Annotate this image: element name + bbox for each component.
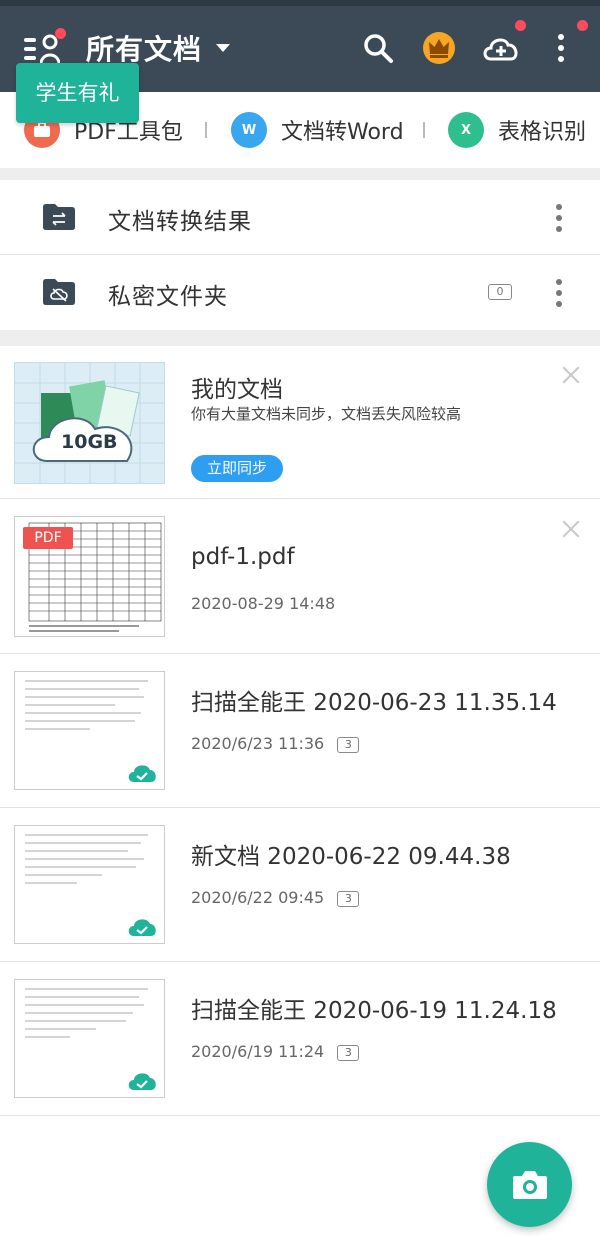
doc-date-text: 2020/6/22 09:45: [191, 888, 325, 907]
document-item[interactable]: 新文档 2020-06-22 09.44.38 2020/6/22 09:45 …: [0, 809, 600, 962]
document-item[interactable]: 扫描全能王 2020-06-23 11.35.14 2020/6/23 11:3…: [0, 655, 600, 808]
more-options-icon[interactable]: [556, 204, 562, 232]
synced-check-icon: [128, 1073, 156, 1090]
document-thumbnail: PDF: [14, 516, 165, 637]
more-options-icon[interactable]: [556, 279, 562, 307]
folder-name: 文档转换结果: [108, 209, 252, 235]
synced-check-icon: [128, 919, 156, 936]
doc-date-text: 2020/6/19 11:24: [191, 1042, 325, 1061]
doc-date: 2020/6/22 09:45 3: [191, 888, 360, 907]
tool-label: 文档转Word: [281, 120, 404, 145]
status-strip: [0, 0, 600, 6]
tool-label: 表格识别: [498, 120, 587, 145]
word-icon: W: [231, 112, 267, 148]
chevron-down-icon[interactable]: [216, 44, 230, 52]
upload-notification-dot: [515, 20, 526, 31]
document-thumbnail: [14, 671, 165, 790]
search-icon[interactable]: [360, 30, 396, 66]
document-list: 10GB 我的文档 你有大量文档未同步，文档丢失风险较高 立即同步 PDF pd…: [0, 346, 600, 1140]
folder-name: 私密文件夹: [108, 284, 228, 310]
page-count-badge: 3: [337, 736, 360, 753]
document-thumbnail: [14, 825, 165, 944]
divider: [423, 122, 425, 138]
document-item[interactable]: 扫描全能王 2020-06-19 11.24.18 2020/6/19 11:2…: [0, 963, 600, 1116]
doc-title: 我的文档: [191, 377, 283, 403]
excel-icon: X: [448, 112, 484, 148]
folder-list: 文档转换结果 私密文件夹 0: [0, 180, 600, 330]
doc-title: pdf-1.pdf: [191, 544, 295, 570]
cloud-storage-thumbnail: 10GB: [14, 362, 165, 484]
folder-convert-icon: [43, 204, 75, 230]
doc-date: 2020-08-29 14:48: [191, 594, 336, 613]
sync-warning-text: 你有大量文档未同步，文档丢失风险较高: [191, 405, 462, 423]
doc-title: 扫描全能王 2020-06-23 11.35.14: [191, 690, 557, 716]
doc-date: 2020/6/23 11:36 3: [191, 734, 360, 753]
table-recognition-button[interactable]: X 表格识别: [448, 110, 586, 150]
menu-icon[interactable]: [24, 28, 66, 66]
doc-to-word-button[interactable]: W 文档转Word: [231, 110, 404, 150]
sync-promo-card[interactable]: 10GB 我的文档 你有大量文档未同步，文档丢失风险较高 立即同步: [0, 346, 600, 499]
student-promo-tooltip[interactable]: 学生有礼: [16, 63, 139, 123]
page-count-badge: 3: [337, 1044, 360, 1061]
camera-capture-button[interactable]: [487, 1142, 572, 1227]
close-icon[interactable]: [562, 520, 580, 538]
doc-title: 扫描全能王 2020-06-19 11.24.18: [191, 998, 557, 1024]
folder-count-badge: 0: [488, 284, 512, 300]
synced-check-icon: [128, 765, 156, 782]
storage-label: 10GB: [61, 431, 118, 453]
camera-icon: [512, 1170, 547, 1199]
premium-crown-icon[interactable]: [421, 30, 457, 66]
more-notification-dot: [577, 20, 588, 31]
pdf-tag: PDF: [23, 527, 73, 549]
cloud-upload-icon[interactable]: [480, 30, 522, 66]
private-folder-icon: [43, 279, 75, 305]
doc-date-text: 2020/6/23 11:36: [191, 734, 325, 753]
notification-dot: [55, 28, 66, 39]
close-icon[interactable]: [562, 366, 580, 384]
folder-item-conversion-results[interactable]: 文档转换结果: [0, 180, 600, 255]
page-title[interactable]: 所有文档: [86, 28, 202, 68]
sync-now-button[interactable]: 立即同步: [191, 455, 283, 482]
more-options-icon[interactable]: [558, 34, 564, 62]
page-count-badge: 3: [337, 890, 360, 907]
doc-title: 新文档 2020-06-22 09.44.38: [191, 844, 511, 870]
divider: [205, 122, 207, 138]
document-item[interactable]: PDF pdf-1.pdf 2020-08-29 14:48: [0, 500, 600, 654]
document-thumbnail: [14, 979, 165, 1098]
doc-date: 2020/6/19 11:24 3: [191, 1042, 360, 1061]
